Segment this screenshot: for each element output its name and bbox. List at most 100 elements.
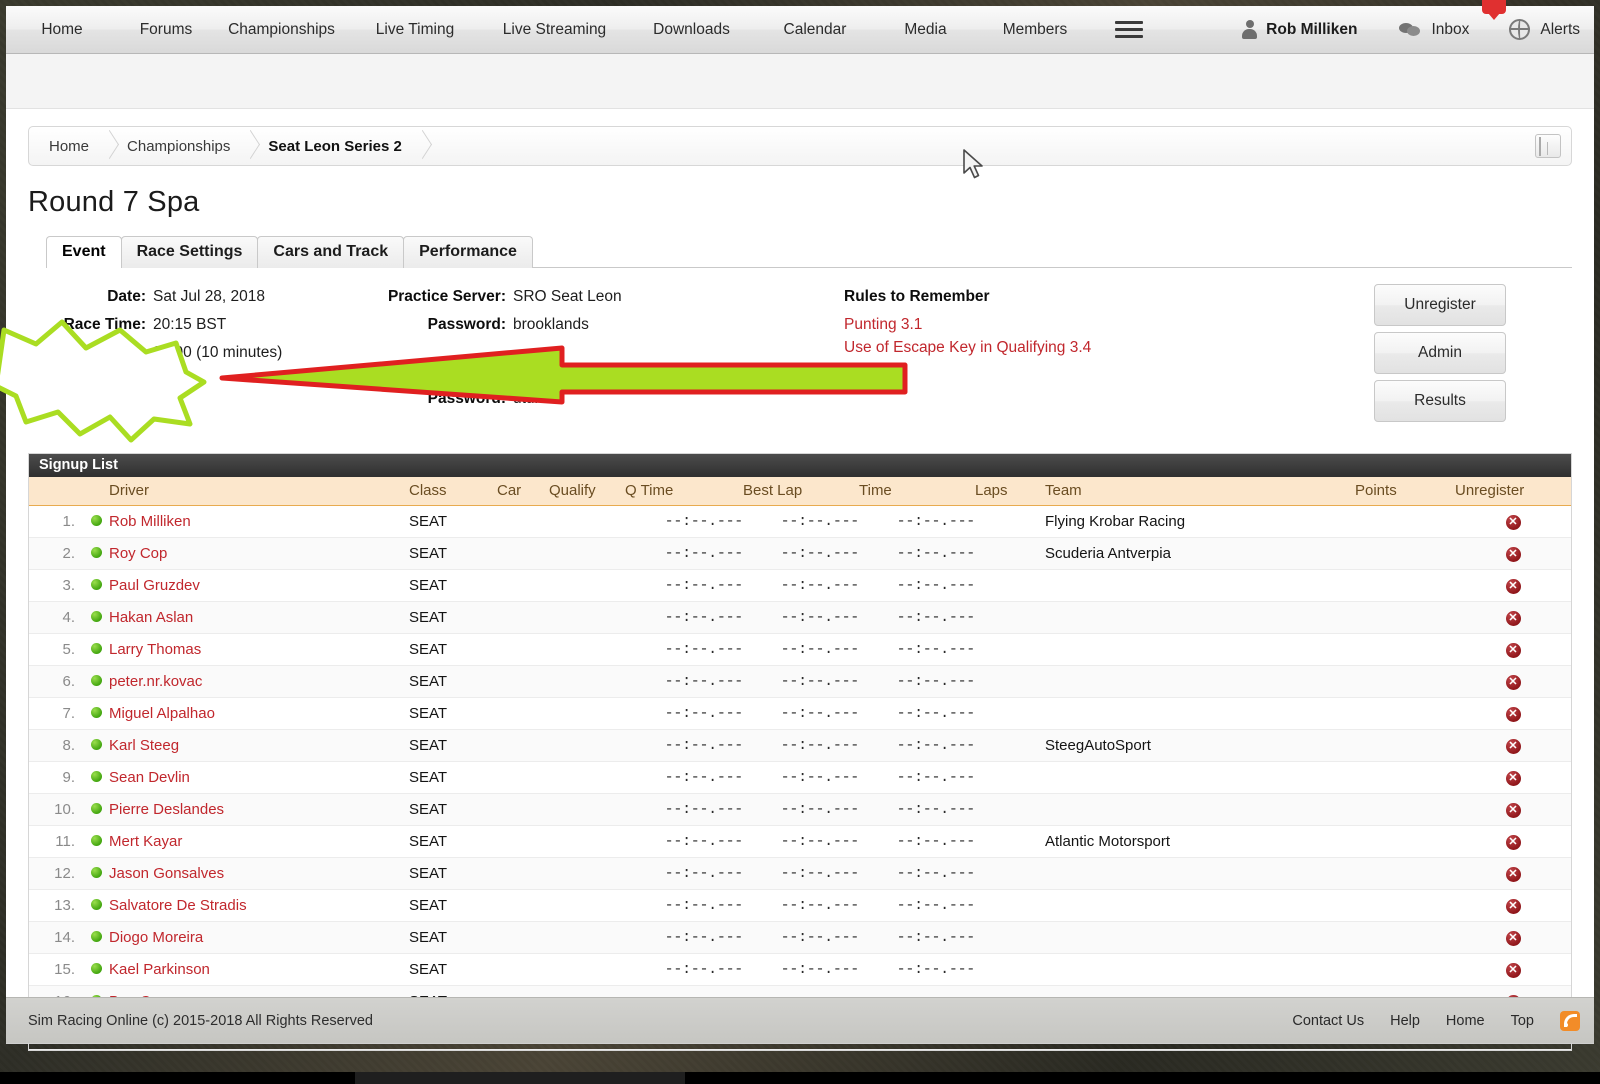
- driver-link[interactable]: Mert Kayar: [109, 833, 182, 850]
- unregister-row-icon[interactable]: ✕: [1505, 963, 1521, 978]
- signup-list-panel: Signup List Driver Class Car Qualify Q T…: [28, 453, 1572, 1051]
- driver-link[interactable]: Hakan Aslan: [109, 609, 193, 626]
- nav-link-members[interactable]: Members: [1003, 21, 1068, 39]
- tab-race-settings[interactable]: Race Settings: [120, 236, 259, 268]
- cell-q-time: --:--.---: [625, 761, 743, 794]
- cell-qualify: [549, 505, 625, 538]
- col-car[interactable]: Car: [497, 477, 549, 506]
- footer-link-home[interactable]: Home: [1446, 1013, 1485, 1029]
- col-q-time[interactable]: Q Time: [625, 477, 743, 506]
- driver-link[interactable]: Miguel Alpalhao: [109, 705, 215, 722]
- unregister-row-icon[interactable]: ✕: [1505, 611, 1521, 626]
- cell-time: --:--.---: [859, 857, 975, 890]
- breadcrumb-item-current[interactable]: Seat Leon Series 2: [262, 138, 407, 155]
- driver-link[interactable]: Rob Milliken: [109, 513, 191, 530]
- cell-class: SEAT: [409, 857, 497, 890]
- nav-username[interactable]: Rob Milliken: [1266, 21, 1357, 39]
- cell-laps: [975, 601, 1033, 634]
- nav-link-home[interactable]: Home: [41, 21, 82, 39]
- tab-cars-and-track[interactable]: Cars and Track: [257, 236, 405, 268]
- cell-best-lap: --:--.---: [743, 761, 859, 794]
- nav-link-live-streaming[interactable]: Live Streaming: [503, 21, 606, 39]
- unregister-row-icon[interactable]: ✕: [1505, 707, 1521, 722]
- unregister-row-icon[interactable]: ✕: [1505, 579, 1521, 594]
- unregister-row-icon[interactable]: ✕: [1505, 867, 1521, 882]
- tab-performance[interactable]: Performance: [403, 236, 533, 268]
- unregister-row-icon[interactable]: ✕: [1505, 643, 1521, 658]
- col-points[interactable]: Points: [1355, 477, 1455, 506]
- unregister-row-icon[interactable]: ✕: [1505, 835, 1521, 850]
- cell-q-time: --:--.---: [625, 505, 743, 538]
- driver-link[interactable]: peter.nr.kovac: [109, 673, 202, 690]
- cell-best-lap: --:--.---: [743, 729, 859, 762]
- rule-link-punting[interactable]: Punting 3.1: [844, 313, 1324, 336]
- cell-qualify: [549, 857, 625, 890]
- nav-link-championships[interactable]: Championships: [228, 21, 335, 39]
- event-label-practice-server: Practice Server:: [387, 288, 506, 305]
- cell-best-lap: --:--.---: [743, 633, 859, 666]
- unregister-button[interactable]: Unregister: [1374, 284, 1506, 326]
- cell-index: 11.: [29, 825, 83, 858]
- cell-driver: Mert Kayar: [109, 825, 409, 858]
- col-laps[interactable]: Laps: [975, 477, 1033, 506]
- driver-link[interactable]: Pierre Deslandes: [109, 801, 224, 818]
- col-class[interactable]: Class: [409, 477, 497, 506]
- nav-link-calendar[interactable]: Calendar: [784, 21, 847, 39]
- tab-event[interactable]: Event: [46, 236, 122, 269]
- col-driver[interactable]: Driver: [109, 477, 409, 506]
- rule-link-escape-key[interactable]: Use of Escape Key in Qualifying 3.4: [844, 336, 1324, 359]
- driver-link[interactable]: Diogo Moreira: [109, 929, 203, 946]
- download-replay-link[interactable]: Download Replay: [32, 375, 154, 393]
- nav-link-alerts[interactable]: Alerts: [1540, 21, 1580, 39]
- driver-link[interactable]: Kael Parkinson: [109, 961, 210, 978]
- cell-status: [83, 857, 109, 890]
- unregister-row-icon[interactable]: ✕: [1505, 739, 1521, 754]
- breadcrumb-grid-toggle-button[interactable]: [1535, 134, 1561, 158]
- results-button[interactable]: Results: [1374, 380, 1506, 422]
- cell-car: [497, 889, 549, 922]
- col-unregister[interactable]: Unregister: [1455, 477, 1571, 506]
- nav-link-live-timing[interactable]: Live Timing: [376, 21, 454, 39]
- driver-link[interactable]: Jason Gonsalves: [109, 865, 224, 882]
- unregister-row-icon[interactable]: ✕: [1505, 771, 1521, 786]
- account-nav: Rob Milliken Inbox Alerts: [1242, 6, 1594, 54]
- cell-points: [1355, 889, 1455, 922]
- cell-points: [1355, 921, 1455, 954]
- alert-notification-badge[interactable]: [1482, 0, 1506, 20]
- col-team[interactable]: Team: [1033, 477, 1355, 506]
- col-best-lap[interactable]: Best Lap: [743, 477, 859, 506]
- unregister-row-icon[interactable]: ✕: [1505, 675, 1521, 690]
- breadcrumb-item-championships[interactable]: Championships: [121, 138, 236, 155]
- unregister-row-icon[interactable]: ✕: [1505, 899, 1521, 914]
- unregister-row-icon[interactable]: ✕: [1505, 547, 1521, 562]
- footer-link-top[interactable]: Top: [1511, 1013, 1534, 1029]
- cell-driver: Jason Gonsalves: [109, 857, 409, 890]
- driver-link[interactable]: Larry Thomas: [109, 641, 201, 658]
- nav-link-forums[interactable]: Forums: [140, 21, 193, 39]
- driver-link[interactable]: Sean Devlin: [109, 769, 190, 786]
- cell-team: [1033, 953, 1355, 986]
- driver-link[interactable]: Karl Steeg: [109, 737, 179, 754]
- footer-link-contact-us[interactable]: Contact Us: [1292, 1013, 1364, 1029]
- unregister-row-icon[interactable]: ✕: [1505, 515, 1521, 530]
- driver-link[interactable]: Paul Gruzdev: [109, 577, 200, 594]
- col-qualify[interactable]: Qualify: [549, 477, 625, 506]
- cell-status: [83, 793, 109, 826]
- cell-driver: Hakan Aslan: [109, 601, 409, 634]
- col-time[interactable]: Time: [859, 477, 975, 506]
- nav-link-inbox[interactable]: Inbox: [1431, 21, 1469, 39]
- breadcrumb-item-home[interactable]: Home: [43, 138, 95, 155]
- unregister-row-icon[interactable]: ✕: [1505, 931, 1521, 946]
- cell-status: [83, 601, 109, 634]
- table-row: 8. Karl Steeg SEAT --:--.--- --:--.--- --:--.…: [29, 729, 1571, 762]
- footer-link-help[interactable]: Help: [1390, 1013, 1420, 1029]
- hamburger-icon[interactable]: [1115, 17, 1143, 42]
- unregister-row-icon[interactable]: ✕: [1505, 803, 1521, 818]
- rss-icon[interactable]: [1560, 1010, 1580, 1031]
- driver-link[interactable]: Salvatore De Stradis: [109, 897, 247, 914]
- nav-link-media[interactable]: Media: [904, 21, 946, 39]
- nav-link-downloads[interactable]: Downloads: [653, 21, 730, 39]
- admin-button[interactable]: Admin: [1374, 332, 1506, 374]
- event-value-practice-password: brooklands: [513, 316, 589, 333]
- driver-link[interactable]: Roy Cop: [109, 545, 167, 562]
